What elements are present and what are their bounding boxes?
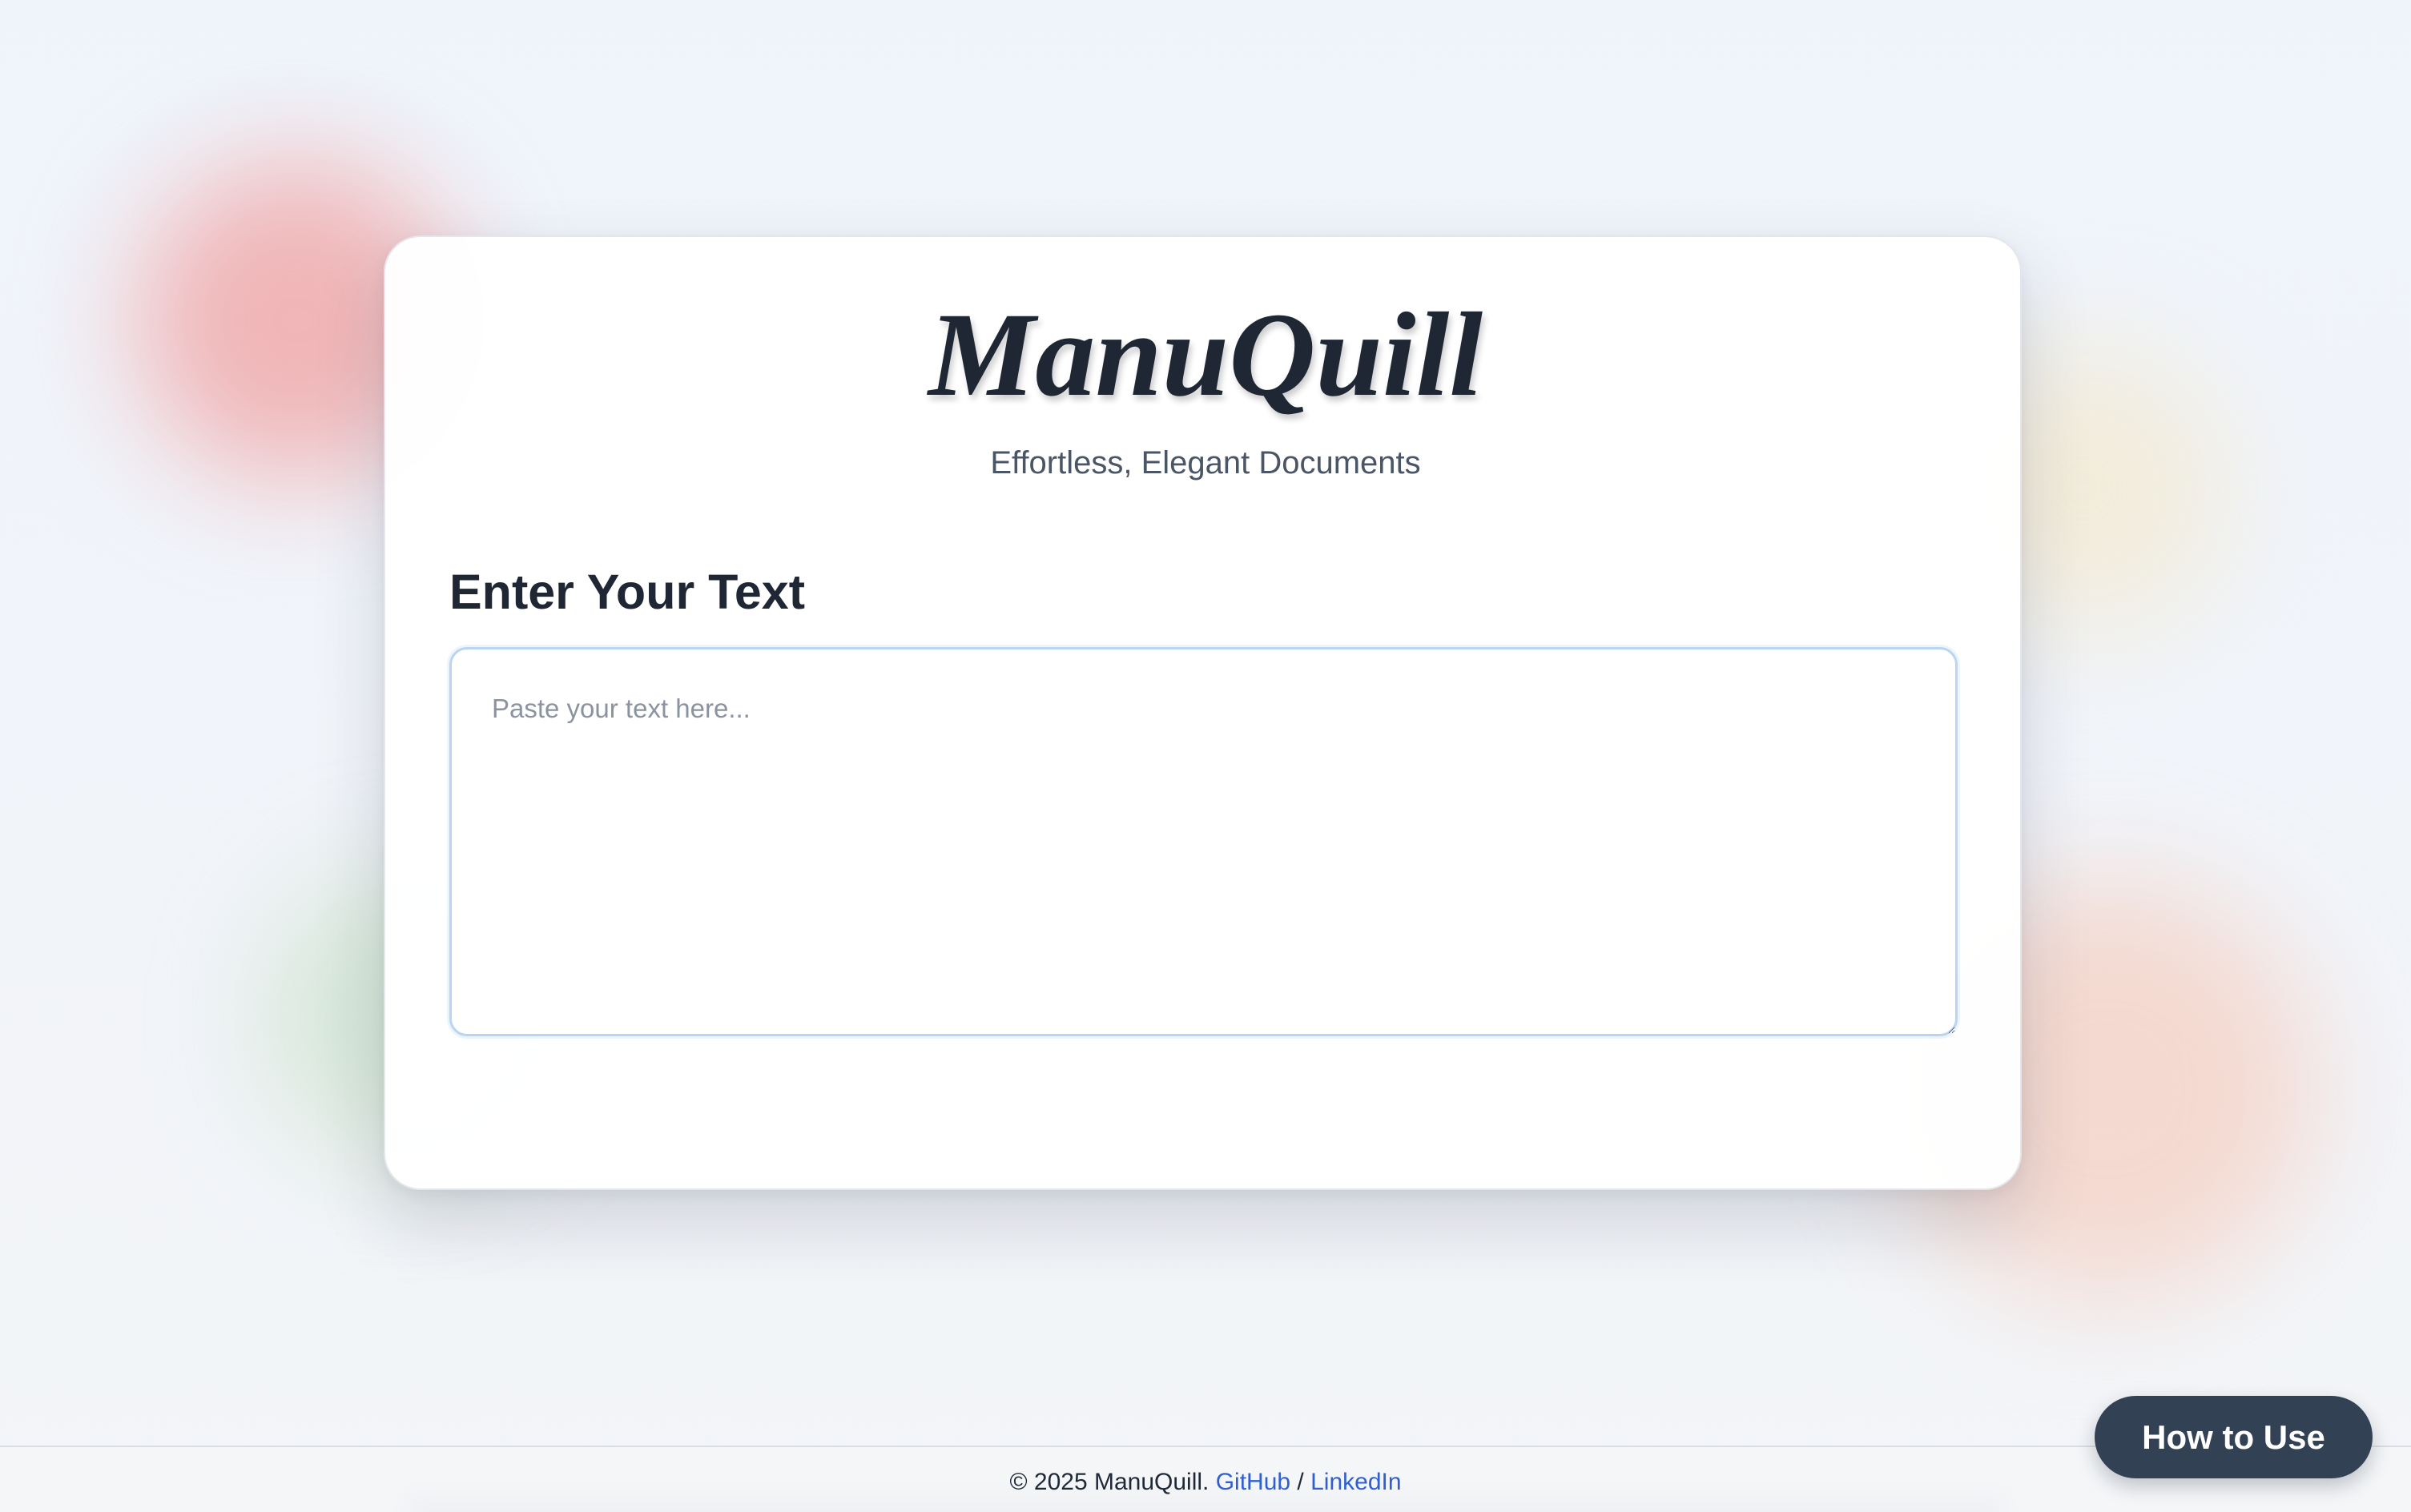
github-link[interactable]: GitHub [1216,1469,1290,1495]
app-title: ManuQuill [928,288,1483,421]
footer: © 2025 ManuQuill. GitHub / LinkedIn [0,1446,2411,1512]
app-tagline: Effortless, Elegant Documents [990,445,1421,481]
how-to-use-button[interactable]: How to Use [2095,1396,2373,1478]
section-heading: Enter Your Text [449,565,806,619]
footer-copyright: © 2025 ManuQuill. [1009,1469,1210,1495]
footer-separator: / [1297,1469,1304,1495]
text-input[interactable] [449,647,1958,1036]
linkedin-link[interactable]: LinkedIn [1310,1469,1401,1495]
